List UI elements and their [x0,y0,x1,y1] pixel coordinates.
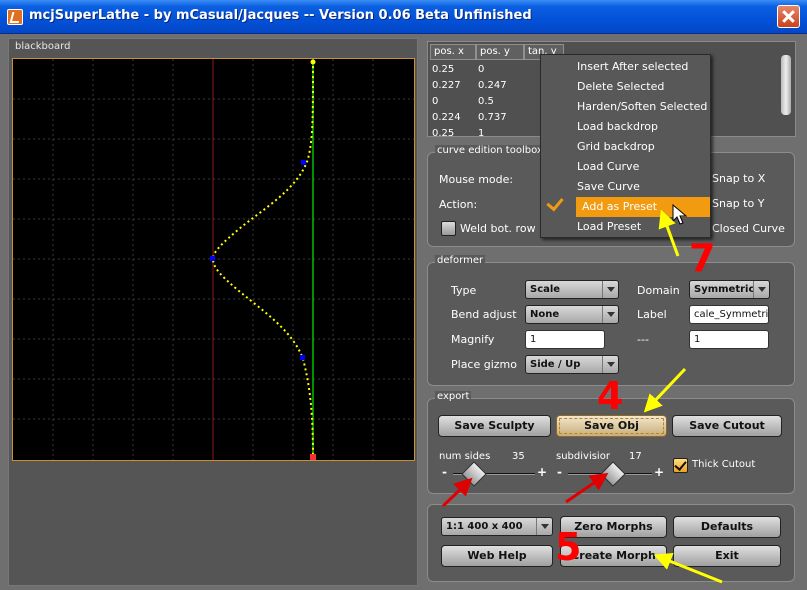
annotation-arrows [441,209,723,584]
annotation-number-4: 4 [597,374,624,418]
annotation-number-7: 7 [689,236,716,280]
arrow-to-save-obj [643,367,687,413]
arrow-to-create-morph [653,552,723,584]
arrow-to-num-sides [441,477,473,508]
annotation-number-5: 5 [555,525,582,569]
arrow-to-subdivision [565,472,609,504]
arrow-to-add-preset [658,209,680,257]
